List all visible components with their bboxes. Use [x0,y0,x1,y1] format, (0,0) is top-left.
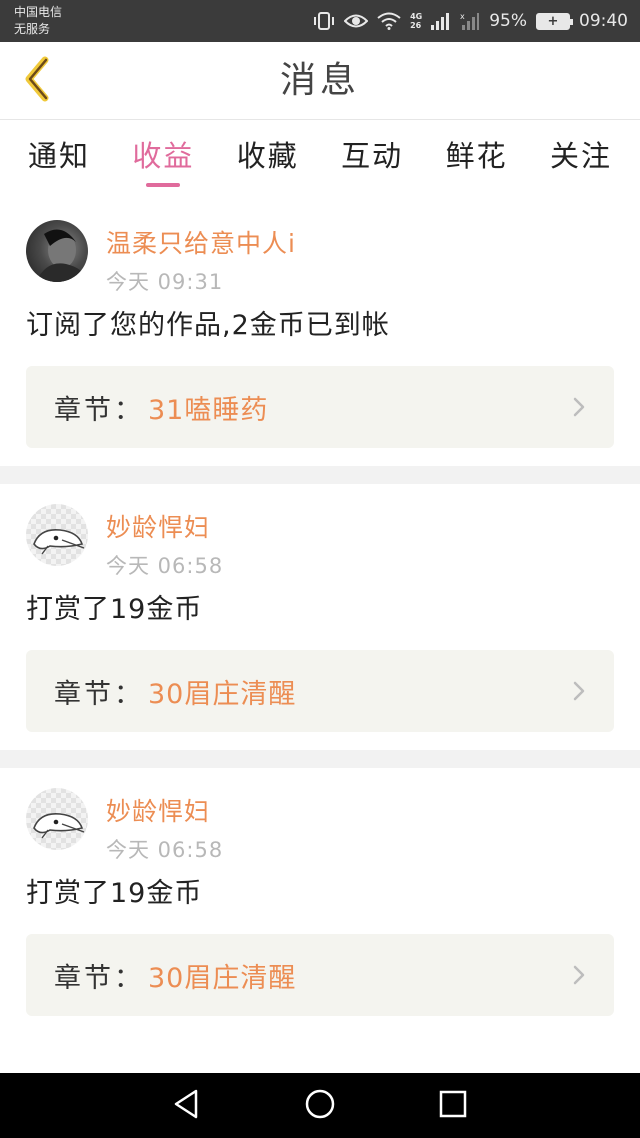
separator [0,466,640,484]
carrier-name: 中国电信 [14,5,63,19]
message-text: 打赏了19金币 [26,878,203,909]
message-header: 妙龄悍妇 今天 06:58 [26,504,614,578]
chapter-label: 章节： [54,394,144,426]
chapter-name: 30眉庄清醒 [148,678,297,710]
avatar[interactable] [26,788,88,850]
timestamp: 今天 09:31 [106,270,224,294]
avatar[interactable] [26,220,88,282]
title-bar: 消息 [0,42,640,120]
chapter-link[interactable]: 章节： 30眉庄清醒 [26,650,614,732]
message-text: 订阅了您的作品,2金币已到帐 [26,310,390,341]
message-header: 妙龄悍妇 今天 06:58 [26,788,614,862]
svg-text:x: x [460,12,465,21]
eye-icon [344,12,369,30]
chapter-label: 章节： [54,962,144,994]
message-header: 温柔只给意中人i 今天 09:31 [26,220,614,294]
avatar[interactable] [26,504,88,566]
username[interactable]: 妙龄悍妇 [106,792,210,828]
nav-recents-button[interactable] [423,1076,483,1136]
recents-square-icon [438,1089,468,1123]
message-card: 妙龄悍妇 今天 06:58 打赏了19金币 章节： 30眉庄清醒 [0,768,640,1034]
page-title: 消息 [279,60,360,101]
battery-percent: 95% [489,11,527,31]
clock: 09:40 [579,11,628,31]
carrier-info: 中国电信 无服务 [14,4,62,38]
chapter-link[interactable]: 章节： 30眉庄清醒 [26,934,614,1016]
separator [0,750,640,768]
message-card: 妙龄悍妇 今天 06:58 打赏了19金币 章节： 30眉庄清醒 [0,484,640,750]
timestamp: 今天 06:58 [106,554,224,578]
home-circle-icon [304,1088,336,1124]
username[interactable]: 妙龄悍妇 [106,508,210,544]
status-icons: 4G 26 x 95% + 09:40 [313,0,628,42]
chapter-label: 章节： [54,678,144,710]
chevron-right-icon [572,679,588,703]
nav-back-button[interactable] [157,1076,217,1136]
signal-empty-icon: x [460,12,480,30]
message-card: 温柔只给意中人i 今天 09:31 订阅了您的作品,2金币已到帐 章节： 31嗑… [0,200,640,466]
chapter-link[interactable]: 章节： 31嗑睡药 [26,366,614,448]
tab-notifications[interactable]: 通知 [28,121,90,197]
chapter-name: 30眉庄清醒 [148,962,297,994]
wifi-icon [377,12,401,30]
status-bar: 中国电信 无服务 4G 26 x 95% + 09:40 [0,0,640,42]
message-text: 打赏了19金币 [26,594,203,625]
chevron-right-icon [572,395,588,419]
nav-home-button[interactable] [290,1076,350,1136]
service-status: 无服务 [14,22,51,36]
tab-bar: 通知 收益 收藏 互动 鲜花 关注 [0,121,640,197]
network-type-label: 4G 26 [410,12,423,30]
tab-earnings[interactable]: 收益 [132,121,194,197]
username[interactable]: 温柔只给意中人i [106,224,296,260]
timestamp: 今天 06:58 [106,838,224,862]
message-list: 温柔只给意中人i 今天 09:31 订阅了您的作品,2金币已到帐 章节： 31嗑… [0,200,640,1034]
chevron-right-icon [572,963,588,987]
tab-favorites[interactable]: 收藏 [237,121,299,197]
vibrate-icon [313,11,335,31]
system-nav-bar [0,1073,640,1138]
chapter-name: 31嗑睡药 [148,394,269,426]
tab-flowers[interactable]: 鲜花 [446,121,508,197]
signal-icon [431,12,451,30]
back-triangle-icon [172,1088,202,1124]
tab-following[interactable]: 关注 [550,121,612,197]
tab-interactions[interactable]: 互动 [341,121,403,197]
battery-icon: + [536,12,573,30]
